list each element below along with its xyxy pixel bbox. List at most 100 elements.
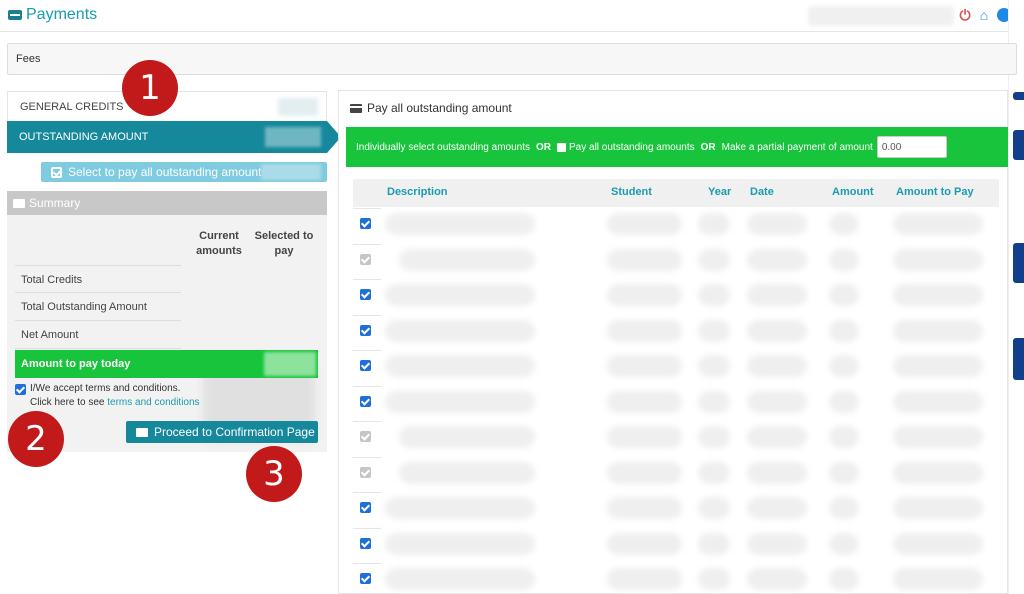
option-partial: Make a partial payment of amount — [721, 141, 873, 153]
redacted-cell — [607, 568, 682, 590]
table-row[interactable] — [353, 243, 999, 279]
redacted-cell — [385, 568, 535, 590]
table-row[interactable] — [353, 492, 999, 527]
power-icon[interactable]: ⏻ — [957, 7, 973, 23]
select-all-outstanding-button[interactable]: Select to pay all outstanding amounts — [41, 162, 327, 182]
nav-outstanding-amount[interactable]: OUTSTANDING AMOUNT — [7, 121, 341, 153]
col-description[interactable]: Description — [387, 186, 448, 198]
redacted-cell — [607, 426, 682, 448]
redacted-cell — [399, 426, 535, 448]
terms-prefix-text: Click here to see — [30, 397, 105, 408]
row-select-checkbox[interactable] — [360, 218, 371, 229]
redacted-cell — [607, 390, 682, 413]
table-row[interactable] — [353, 279, 999, 314]
redacted-cell — [385, 213, 535, 235]
terms-block: I/We accept terms and conditions. Click … — [15, 382, 315, 410]
table-row[interactable] — [353, 208, 999, 243]
redacted-cell — [893, 284, 983, 306]
redacted-cell — [607, 532, 682, 555]
proceed-confirmation-button[interactable]: Proceed to Confirmation Page — [126, 421, 318, 443]
row-divider — [353, 279, 381, 280]
redacted-cell — [747, 390, 807, 413]
row-select-checkbox[interactable] — [360, 253, 371, 265]
col-date[interactable]: Date — [750, 186, 774, 198]
credit-card-icon — [13, 198, 25, 208]
redacted-cell — [747, 355, 807, 377]
table-row[interactable] — [353, 385, 999, 421]
redacted-cell — [385, 284, 535, 306]
redacted-cell — [829, 319, 859, 342]
terms-link[interactable]: terms and conditions — [107, 397, 199, 408]
row-select-checkbox[interactable] — [360, 502, 371, 513]
redacted-cell — [607, 248, 682, 271]
row-select-checkbox[interactable] — [360, 289, 371, 300]
step-marker-3: 3 — [246, 446, 302, 502]
redacted-cell — [747, 461, 807, 484]
row-divider — [353, 527, 381, 529]
col-amount-to-pay[interactable]: Amount to Pay — [896, 186, 974, 198]
redacted-cell — [747, 568, 807, 590]
row-divider — [353, 421, 381, 422]
redacted-cell — [698, 497, 730, 519]
redacted-cell — [893, 568, 983, 590]
table-row[interactable] — [353, 314, 999, 350]
redacted-cell — [698, 355, 730, 377]
summary-row-total-credits: Total Credits — [15, 265, 181, 293]
nav-outstanding-amount-label: OUTSTANDING AMOUNT — [19, 131, 149, 143]
redacted-cell — [698, 426, 730, 448]
fees-label: Fees — [16, 53, 41, 65]
redacted-cell — [607, 284, 682, 306]
table-row[interactable] — [353, 350, 999, 385]
home-icon[interactable]: ⌂ — [976, 7, 992, 23]
redacted-cell — [893, 213, 983, 235]
table-row[interactable] — [353, 563, 999, 594]
row-select-checkbox[interactable] — [360, 466, 371, 478]
col-student[interactable]: Student — [611, 186, 652, 198]
user-name-redacted — [808, 6, 954, 26]
pay-all-checkbox[interactable] — [557, 142, 566, 152]
row-select-checkbox[interactable] — [360, 395, 371, 407]
redacted-cell — [893, 248, 983, 271]
col-amount[interactable]: Amount — [832, 186, 874, 198]
redacted-cell — [607, 461, 682, 484]
accept-terms-checkbox[interactable] — [15, 384, 26, 395]
edge-tab[interactable] — [1013, 130, 1024, 160]
option-individual: Individually select outstanding amounts — [356, 141, 530, 153]
partial-amount-input[interactable] — [876, 136, 947, 158]
redacted-cell — [829, 355, 859, 377]
edge-tab[interactable] — [1013, 338, 1024, 380]
redacted-cell — [829, 248, 859, 271]
redacted-cell — [385, 497, 535, 519]
summary-row-net-amount: Net Amount — [15, 321, 181, 349]
row-divider — [353, 208, 381, 209]
terms-accept-text: I/We accept terms and conditions. — [30, 383, 181, 394]
checkbox-icon — [51, 166, 62, 178]
table-row[interactable] — [353, 527, 999, 563]
edge-tab[interactable] — [1013, 243, 1024, 283]
redacted-value — [264, 352, 316, 376]
table-row[interactable] — [353, 421, 999, 456]
row-select-checkbox[interactable] — [360, 324, 371, 336]
select-all-label: Select to pay all outstanding amounts — [68, 165, 268, 179]
redacted-value — [265, 127, 321, 147]
row-select-checkbox[interactable] — [360, 573, 371, 584]
redacted-cell — [747, 497, 807, 519]
redacted-value — [261, 164, 321, 180]
table-row[interactable] — [353, 456, 999, 492]
row-select-checkbox[interactable] — [360, 431, 371, 442]
redacted-cell — [829, 284, 859, 306]
row-divider — [353, 563, 381, 564]
row-select-checkbox[interactable] — [360, 360, 371, 371]
credit-card-icon — [8, 10, 22, 20]
col-year[interactable]: Year — [708, 186, 731, 198]
redacted-cell — [698, 319, 730, 342]
payment-options-bar: Individually select outstanding amounts … — [346, 127, 1008, 167]
col-selected-to-pay: Selected to pay — [254, 230, 314, 257]
amount-to-pay-today: Amount to pay today — [15, 350, 318, 378]
row-select-checkbox[interactable] — [360, 537, 371, 549]
edge-tab[interactable] — [1013, 92, 1024, 100]
app-title: Payments — [8, 6, 97, 24]
step-marker-2: 2 — [8, 411, 64, 467]
redacted-value — [278, 98, 318, 116]
credit-card-icon — [136, 427, 148, 437]
